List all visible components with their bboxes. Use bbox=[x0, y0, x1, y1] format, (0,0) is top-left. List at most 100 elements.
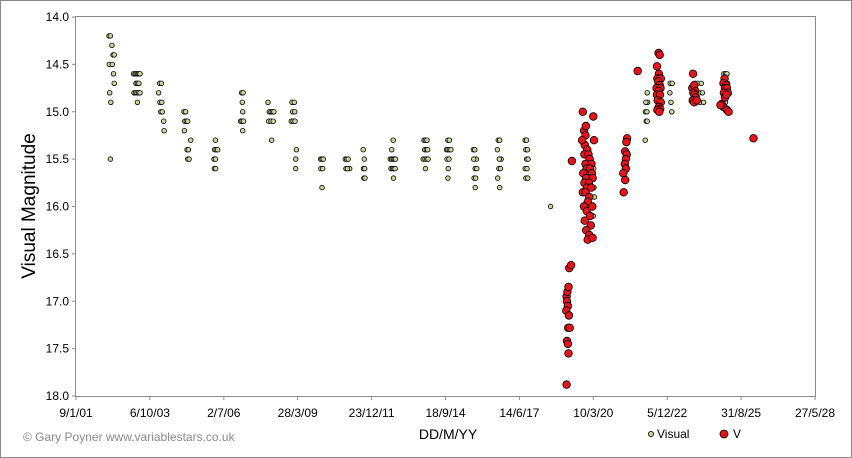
data-point bbox=[724, 107, 733, 116]
x-tick-label: 18/9/14 bbox=[425, 406, 465, 420]
data-point bbox=[667, 90, 673, 96]
data-point bbox=[581, 121, 591, 131]
data-point bbox=[669, 80, 675, 86]
data-point bbox=[106, 90, 113, 96]
y-tick-label: 14.5 bbox=[46, 57, 70, 71]
data-point bbox=[446, 137, 453, 143]
data-point bbox=[668, 99, 674, 105]
data-point bbox=[422, 165, 429, 172]
data-point bbox=[644, 118, 650, 124]
data-point bbox=[633, 66, 642, 76]
data-point bbox=[212, 165, 219, 172]
data-point bbox=[497, 184, 503, 191]
data-point bbox=[159, 109, 165, 115]
y-tick-label: 15.5 bbox=[46, 152, 70, 166]
data-point bbox=[137, 71, 143, 77]
data-point bbox=[425, 156, 431, 162]
y-tick-label: 16.5 bbox=[46, 247, 70, 261]
data-point bbox=[622, 137, 631, 147]
data-point bbox=[589, 135, 599, 145]
data-point bbox=[292, 118, 298, 124]
legend-v-marker bbox=[719, 429, 729, 439]
data-point bbox=[239, 109, 246, 115]
data-point bbox=[212, 156, 219, 162]
data-point bbox=[445, 165, 451, 172]
data-point bbox=[643, 99, 649, 105]
data-point bbox=[577, 135, 587, 145]
chart-svg: 14.0 14.5 15.0 15.5 16.0 16.5 17.0 17.5 18.0 9/1… bbox=[19, 10, 835, 444]
data-point bbox=[692, 96, 701, 105]
data-point bbox=[320, 165, 326, 172]
data-point bbox=[472, 184, 478, 191]
data-point bbox=[293, 165, 299, 172]
data-point bbox=[239, 127, 246, 134]
legend-visual-marker bbox=[648, 430, 655, 437]
data-point bbox=[155, 90, 162, 96]
y-tick-label: 14.0 bbox=[46, 10, 70, 24]
y-tick-label: 17.5 bbox=[46, 342, 70, 356]
data-point bbox=[389, 146, 395, 153]
data-point bbox=[496, 156, 502, 162]
data-point bbox=[110, 71, 117, 77]
data-point bbox=[240, 118, 247, 124]
data-point bbox=[722, 90, 731, 99]
data-point bbox=[642, 137, 648, 143]
data-point bbox=[265, 99, 271, 105]
data-point bbox=[271, 109, 277, 115]
data-point bbox=[360, 146, 366, 153]
data-point bbox=[474, 165, 480, 172]
data-point bbox=[448, 146, 454, 153]
data-point bbox=[497, 165, 504, 172]
legend: Visual V bbox=[648, 427, 741, 441]
data-point bbox=[136, 80, 142, 86]
x-tick-label: 9/1/01 bbox=[59, 406, 93, 420]
y-tick-label: 15.0 bbox=[46, 105, 70, 119]
data-point bbox=[749, 134, 758, 143]
data-point bbox=[562, 380, 571, 389]
data-point bbox=[688, 69, 698, 78]
data-point bbox=[567, 156, 577, 166]
data-point bbox=[344, 165, 351, 172]
data-point bbox=[109, 42, 115, 49]
data-point bbox=[212, 137, 219, 143]
data-point bbox=[564, 349, 573, 358]
data-point bbox=[566, 261, 576, 270]
data-point bbox=[159, 99, 165, 105]
data-point bbox=[319, 184, 325, 191]
data-point bbox=[214, 146, 221, 153]
data-point bbox=[446, 156, 452, 162]
legend-v-label: V bbox=[733, 427, 741, 441]
x-axis: 9/1/01 6/10/03 2/7/06 28/3/09 23/12/11 18/9/1… bbox=[59, 396, 835, 420]
data-point bbox=[564, 311, 574, 320]
y-tick-label: 18.0 bbox=[46, 389, 70, 403]
data-point bbox=[445, 175, 451, 181]
x-tick-label: 10/3/20 bbox=[573, 406, 613, 420]
data-point bbox=[644, 109, 650, 115]
x-tick-label: 5/12/22 bbox=[647, 406, 687, 420]
data-point bbox=[361, 156, 367, 162]
data-point bbox=[362, 175, 368, 181]
data-point bbox=[525, 156, 531, 162]
data-point bbox=[392, 156, 399, 162]
credit-text: © Gary Poyner www.variablestars.co.uk bbox=[23, 430, 236, 444]
x-tick-label: 31/8/25 bbox=[721, 406, 761, 420]
data-point bbox=[345, 156, 351, 162]
data-point bbox=[619, 188, 628, 197]
data-point bbox=[644, 90, 650, 96]
y-axis-title: Visual Magnitude bbox=[19, 133, 40, 278]
data-point bbox=[362, 165, 368, 172]
y-axis: 14.0 14.5 15.0 15.5 16.0 16.5 17.0 17.5 18.0 bbox=[46, 10, 76, 403]
data-point bbox=[158, 80, 165, 86]
data-point bbox=[293, 156, 299, 162]
data-point bbox=[547, 203, 554, 210]
data-point bbox=[390, 137, 396, 143]
data-point bbox=[137, 90, 143, 96]
data-point bbox=[716, 100, 725, 110]
data-point bbox=[270, 118, 276, 124]
data-point bbox=[240, 90, 246, 96]
data-point bbox=[655, 107, 664, 116]
data-point bbox=[425, 146, 431, 153]
data-point bbox=[700, 99, 707, 105]
x-tick-label: 28/3/09 bbox=[278, 406, 318, 420]
data-point bbox=[424, 137, 430, 143]
